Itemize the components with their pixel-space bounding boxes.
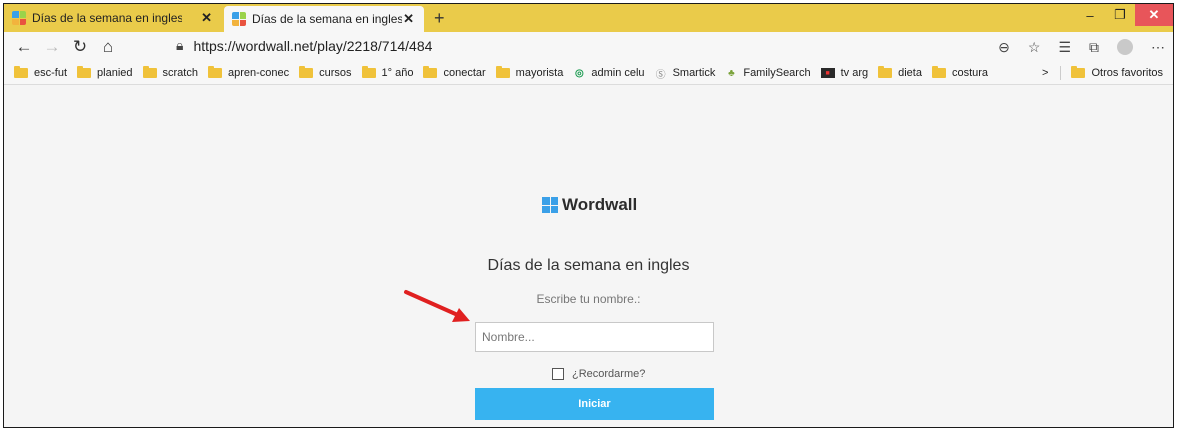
tab-2-active[interactable]: Días de la semana en ingles - Re ✕: [224, 6, 424, 32]
favorites-list-icon[interactable]: ☰: [1058, 39, 1071, 56]
bookmark-label: FamilySearch: [743, 67, 811, 79]
bookmark-label: 1° año: [381, 67, 414, 79]
home-icon[interactable]: ⌂: [94, 33, 122, 61]
bookmark-item[interactable]: apren-conec: [207, 66, 290, 79]
folder-icon: [142, 66, 157, 78]
tab-2-title: Días de la semana en ingles - Re: [252, 12, 402, 26]
collections-icon[interactable]: ⧉: [1089, 39, 1099, 56]
start-button[interactable]: Iniciar: [475, 388, 714, 420]
remember-checkbox[interactable]: [552, 368, 564, 380]
more-menu-icon[interactable]: ⋯: [1151, 39, 1165, 56]
red-arrow-icon: [404, 290, 470, 322]
lock-icon: 🔒︎: [176, 37, 184, 53]
profile-avatar-icon[interactable]: [1117, 39, 1133, 55]
minimize-button[interactable]: –: [1075, 4, 1105, 26]
page-content: Wordwall Días de la semana en ingles Esc…: [4, 85, 1173, 427]
chevron-right-icon[interactable]: >: [1042, 67, 1048, 79]
folder-icon: [423, 66, 438, 78]
green-circle-icon: ◎: [574, 67, 584, 79]
favorite-star-icon[interactable]: ☆: [1028, 39, 1041, 56]
tab-bar: Días de la semana en ingles - Un ✕ Días …: [4, 4, 1173, 32]
close-window-button[interactable]: ✕: [1135, 4, 1173, 26]
wordwall-logo-icon: [542, 197, 558, 213]
folder-icon: [207, 66, 222, 78]
folder-icon: [495, 66, 510, 78]
bookmark-label: conectar: [443, 67, 486, 79]
bookmark-item[interactable]: ♣ FamilySearch: [725, 67, 811, 79]
name-prompt: Escribe tu nombre.:: [536, 292, 641, 306]
tab-1[interactable]: Días de la semana en ingles - Un ✕: [4, 4, 222, 32]
activity-title: Días de la semana en ingles: [487, 257, 690, 274]
forward-arrow-icon[interactable]: →: [38, 33, 66, 61]
refresh-icon[interactable]: ↻: [66, 33, 94, 61]
bookmark-item[interactable]: cursos: [299, 66, 352, 79]
close-tab-2-icon[interactable]: ✕: [403, 11, 414, 27]
bookmark-label: dieta: [898, 67, 922, 79]
url-text: https://wordwall.net/play/2218/714/484: [193, 37, 433, 54]
divider: [1060, 66, 1062, 80]
bookmark-label: costura: [951, 67, 989, 79]
maximize-button[interactable]: ❐: [1105, 4, 1135, 26]
name-input[interactable]: [475, 322, 714, 352]
folder-icon: [14, 66, 28, 78]
bookmark-label: mayorista: [515, 67, 564, 79]
other-favorites-label: Otros favoritos: [1091, 67, 1163, 79]
bookmark-item[interactable]: conectar: [423, 66, 486, 79]
close-tab-1-icon[interactable]: ✕: [201, 10, 212, 26]
smartick-icon: Ⓢ: [655, 69, 666, 81]
wordwall-favicon-icon: [232, 12, 246, 26]
toolbar-right: ⊖ ☆ ☰ ⧉ ⋯: [998, 32, 1165, 62]
zoom-icon[interactable]: ⊖: [998, 39, 1010, 56]
bookmark-item[interactable]: mayorista: [495, 66, 564, 79]
folder-icon: [361, 66, 376, 78]
remember-label: ¿Recordarme?: [572, 368, 646, 380]
tree-icon: ♣: [728, 67, 735, 79]
bookmark-item[interactable]: ■ tv arg: [820, 67, 869, 79]
folder-icon: [299, 66, 314, 78]
wordwall-favicon-icon: [12, 11, 26, 25]
bookmark-item[interactable]: costura: [931, 66, 989, 79]
remember-me[interactable]: ¿Recordarme?: [552, 368, 645, 380]
other-favorites[interactable]: Otros favoritos: [1071, 66, 1163, 79]
browser-window: Días de la semana en ingles - Un ✕ Días …: [3, 3, 1174, 428]
bookmark-item[interactable]: esc-fut: [14, 66, 68, 79]
bookmark-label: tv arg: [840, 67, 869, 79]
bookmark-label: apren-conec: [227, 67, 290, 79]
bookmark-label: Smartick: [672, 67, 716, 79]
window-controls: – ❐ ✕: [1075, 4, 1173, 26]
address-bar-row: ← → ↻ ⌂ 🔒︎ https://wordwall.net/play/221…: [4, 32, 1173, 62]
folder-icon: [1071, 66, 1086, 78]
folder-icon: [77, 66, 92, 78]
bookmark-label: cursos: [319, 67, 352, 79]
logo-text: Wordwall: [562, 195, 638, 214]
back-arrow-icon[interactable]: ←: [10, 33, 38, 61]
bookmark-item[interactable]: ◎ admin celu: [573, 67, 645, 79]
bookmark-item[interactable]: dieta: [878, 66, 922, 79]
bookmark-label: esc-fut: [34, 67, 68, 79]
bookmark-item[interactable]: scratch: [142, 66, 198, 79]
bookmark-item[interactable]: Ⓢ Smartick: [655, 67, 716, 81]
new-tab-button[interactable]: +: [434, 8, 445, 29]
tv-icon: ■: [820, 68, 835, 78]
address-bar[interactable]: 🔒︎ https://wordwall.net/play/2218/714/48…: [176, 37, 432, 54]
folder-icon: [931, 66, 946, 78]
wordwall-logo: Wordwall: [542, 195, 637, 215]
bookmark-label: planied: [97, 67, 133, 79]
bookmark-label: scratch: [162, 67, 198, 79]
bookmark-label: admin celu: [591, 67, 645, 79]
tab-1-title: Días de la semana en ingles - Un: [32, 11, 182, 25]
bookmark-item[interactable]: planied: [77, 66, 133, 79]
bookmark-item[interactable]: 1° año: [361, 66, 414, 79]
bookmarks-bar: esc-fut planied scratch apren-conec curs…: [4, 62, 1173, 85]
bookmarks-right: > Otros favoritos: [1042, 62, 1163, 84]
folder-icon: [878, 66, 893, 78]
